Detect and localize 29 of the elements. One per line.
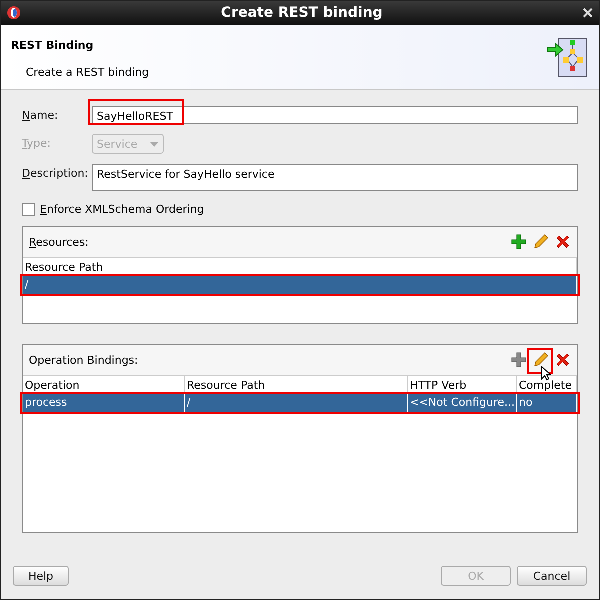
panel-title: Operation Bindings: [29, 354, 138, 366]
help-button[interactable]: Help [13, 566, 69, 586]
app-logo-icon [7, 6, 21, 20]
table-cell[interactable]: / [185, 394, 408, 412]
description-field[interactable]: RestService for SayHello service [92, 164, 578, 191]
table-cell[interactable]: <<Not Configure... [408, 394, 517, 412]
table-cell[interactable]: process [23, 394, 185, 412]
close-icon[interactable] [583, 8, 593, 18]
caret-icon [150, 142, 159, 146]
dialog-button[interactable]: Cancel [517, 566, 587, 586]
table-cell[interactable]: no [517, 394, 577, 412]
add-icon[interactable] [511, 352, 527, 368]
table-cell[interactable]: / [23, 276, 577, 294]
checkbox-label: Enforce XMLSchema Ordering [40, 203, 204, 216]
field-label: Name: [22, 108, 60, 122]
add-icon[interactable] [511, 234, 527, 250]
panel-title: Resources: [29, 236, 89, 248]
header-subtitle: Create a REST binding [26, 66, 150, 79]
header-title: REST Binding [11, 39, 95, 52]
delete-icon[interactable] [555, 234, 571, 250]
pencil-icon[interactable] [533, 352, 549, 368]
name-field[interactable]: SayHelloREST [92, 106, 578, 124]
window-title: Create REST binding [220, 5, 384, 21]
pencil-icon[interactable] [533, 234, 549, 250]
field-label: Description: [22, 166, 90, 180]
checkbox[interactable] [22, 203, 35, 216]
delete-icon[interactable] [555, 352, 571, 368]
field-label: Type: [22, 136, 52, 150]
diagram-icon [547, 37, 589, 79]
